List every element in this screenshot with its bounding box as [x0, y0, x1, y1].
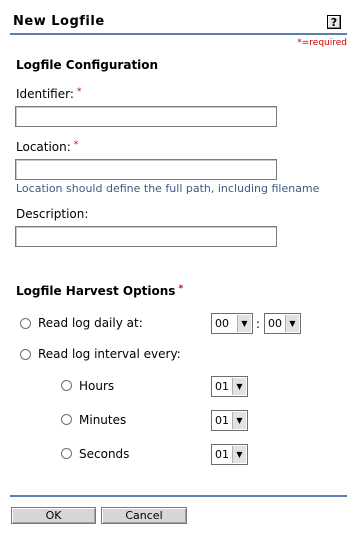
- daily-label: Read log daily at:: [38, 316, 143, 330]
- location-label: Location: *: [16, 140, 78, 154]
- chevron-down-icon: ▼: [232, 446, 246, 463]
- minutes-radio[interactable]: [61, 414, 72, 425]
- minutes-label: Minutes: [79, 413, 127, 427]
- chevron-down-icon: ▼: [232, 412, 246, 429]
- ok-button[interactable]: OK: [11, 507, 96, 524]
- required-note: *=required: [297, 38, 347, 48]
- footer-divider: [10, 495, 347, 497]
- identifier-label: Identifier: *: [16, 87, 81, 101]
- required-marker: *: [178, 284, 184, 294]
- seconds-value: 01: [215, 448, 229, 461]
- chevron-down-icon: ▼: [285, 315, 299, 332]
- chevron-down-icon: ▼: [232, 378, 246, 395]
- dialog-title: New Logfile: [13, 14, 105, 29]
- description-label: Description:: [16, 207, 89, 221]
- daily-radio[interactable]: [20, 318, 31, 329]
- chevron-down-icon: ▼: [237, 315, 251, 332]
- description-input[interactable]: [15, 226, 277, 247]
- location-hint: Location should define the full path, in…: [16, 182, 320, 195]
- location-label-text: Location:: [16, 140, 71, 154]
- interval-label: Read log interval every:: [38, 347, 181, 361]
- cancel-button[interactable]: Cancel: [101, 507, 187, 524]
- seconds-select[interactable]: 01 ▼: [211, 444, 248, 465]
- hours-value: 01: [215, 380, 229, 393]
- daily-minute-select[interactable]: 00 ▼: [264, 313, 301, 334]
- time-separator: :: [256, 317, 261, 331]
- identifier-input[interactable]: [15, 106, 277, 127]
- seconds-label: Seconds: [79, 447, 130, 461]
- required-marker: *: [76, 87, 82, 97]
- hours-radio[interactable]: [61, 380, 72, 391]
- identifier-label-text: Identifier:: [16, 87, 74, 101]
- minutes-select[interactable]: 01 ▼: [211, 410, 248, 431]
- interval-radio[interactable]: [20, 349, 31, 360]
- section-title-harvest-text: Logfile Harvest Options: [16, 284, 176, 298]
- daily-minute-value: 00: [268, 317, 282, 330]
- help-icon[interactable]: ?: [327, 15, 341, 29]
- seconds-radio[interactable]: [61, 448, 72, 459]
- hours-select[interactable]: 01 ▼: [211, 376, 248, 397]
- hours-label: Hours: [79, 379, 115, 393]
- location-input[interactable]: [15, 159, 277, 180]
- minutes-value: 01: [215, 414, 229, 427]
- header-divider: [10, 33, 347, 35]
- required-marker: *: [73, 140, 79, 150]
- daily-hour-value: 00: [215, 317, 229, 330]
- section-title-configuration: Logfile Configuration: [16, 58, 159, 72]
- daily-hour-select[interactable]: 00 ▼: [211, 313, 253, 334]
- section-title-harvest: Logfile Harvest Options *: [16, 284, 183, 298]
